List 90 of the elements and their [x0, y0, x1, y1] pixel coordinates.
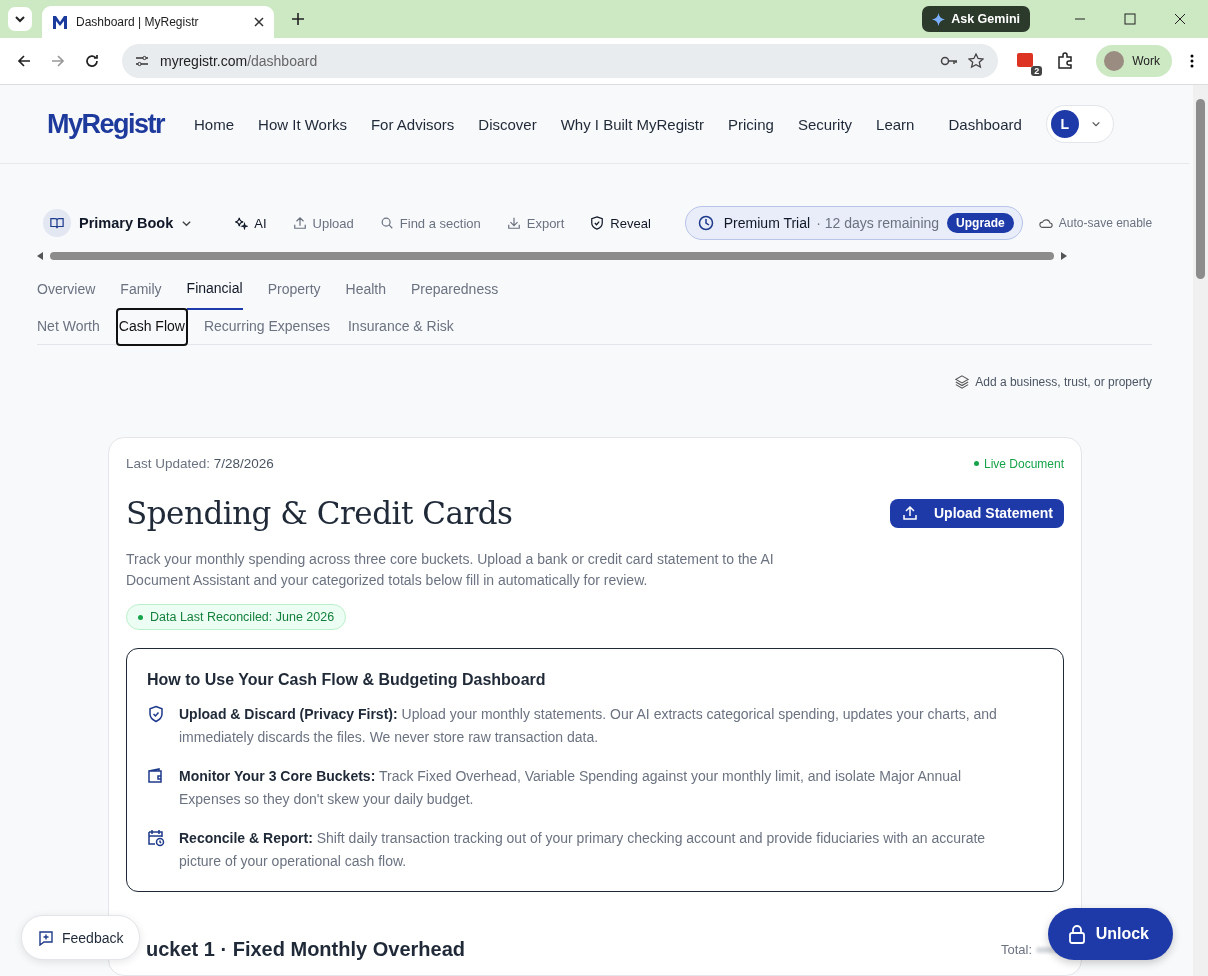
section-tab[interactable]: Financial — [186, 274, 243, 310]
browser-tab[interactable]: Dashboard | MyRegistr — [42, 6, 274, 38]
upload-statement-button[interactable]: Upload Statement — [890, 498, 1064, 528]
toolbar-button[interactable]: Find a section — [369, 215, 491, 231]
section-tab[interactable]: Overview — [37, 274, 96, 310]
instruction-text: Upload & Discard (Privacy First): Upload your monthly statements. Our AI extracts categorical spending, updates your charts, and immediately discards the files. We never store raw transaction data. — [179, 705, 998, 747]
vertical-scrollbar[interactable] — [1193, 85, 1208, 976]
avatar-initial: L — [1050, 110, 1079, 138]
description: Track your monthly spending across three core buckets. Upload a bank or credit card statement to the AI Document Assistant and your categorized totals below fill in automatically for review. — [126, 550, 775, 590]
toolbar-button[interactable]: Export — [496, 215, 575, 231]
nav-link[interactable]: Why I Built MyRegistr — [548, 115, 717, 133]
chevron-down-icon — [1090, 119, 1101, 129]
shield-icon — [147, 705, 165, 723]
section-tab[interactable]: Property — [267, 274, 321, 310]
profile-button[interactable]: Work — [1096, 45, 1172, 77]
url-text: myregistr.com/dashboard — [160, 53, 318, 69]
nav-link[interactable]: How It Works — [246, 115, 359, 133]
extension-badge: 2 — [1031, 66, 1043, 76]
book-selector[interactable]: Primary Book — [37, 209, 201, 237]
upload-icon — [902, 505, 918, 521]
calendar-icon — [147, 829, 165, 847]
section-tab[interactable]: Health — [345, 274, 386, 310]
unlock-button[interactable]: Unlock — [1047, 908, 1173, 960]
wallet-icon — [147, 767, 165, 785]
add-entity-link[interactable]: Add a business, trust, or property — [955, 375, 1152, 389]
instructions-title: How to Use Your Cash Flow & Budgeting Dashboard — [147, 671, 547, 689]
maximize-icon[interactable] — [1124, 13, 1136, 25]
book-icon — [43, 209, 71, 237]
total-label: Total: — [1000, 942, 1032, 957]
shield-icon — [590, 216, 605, 230]
upgrade-button[interactable]: Upgrade — [947, 213, 1014, 233]
address-bar[interactable]: myregistr.com/dashboard — [122, 44, 999, 78]
subsection-tab[interactable]: Net Worth — [37, 310, 100, 344]
scroll-left-icon[interactable] — [37, 252, 44, 260]
trial-title: Premium Trial — [723, 215, 811, 231]
instruction-text: Monitor Your 3 Core Buckets: Track Fixed Overhead, Variable Spending against your monthly limit, and isolate Major Annual Expenses so they don't skew your daily budget. — [179, 767, 962, 809]
close-icon[interactable] — [1174, 13, 1186, 25]
account-menu-button[interactable]: L — [1045, 105, 1114, 143]
subsection-tab[interactable]: Cash Flow — [117, 310, 186, 344]
search-icon — [379, 216, 394, 230]
scroll-right-icon[interactable] — [1060, 252, 1067, 260]
section-tab[interactable]: Preparedness — [411, 274, 499, 310]
logo[interactable]: MyRegistr — [47, 108, 165, 140]
cloud-icon — [1038, 217, 1053, 229]
reload-icon[interactable] — [84, 53, 100, 69]
avatar-icon — [1104, 51, 1125, 71]
download-icon — [506, 216, 521, 230]
more-icon[interactable] — [1190, 54, 1194, 68]
nav-link[interactable]: Security — [785, 115, 865, 133]
forward-icon[interactable] — [50, 53, 66, 69]
nav-link[interactable]: Pricing — [716, 115, 786, 133]
instruction-text: Reconcile & Report: Shift daily transaction tracking out of your primary checking account and provide fiduciaries with an accurate picture of your operational cash flow. — [179, 829, 987, 871]
puzzle-icon[interactable] — [1056, 52, 1075, 70]
nav-link[interactable]: Home — [182, 115, 247, 133]
live-status: Live Document — [973, 456, 1064, 471]
nav-link[interactable]: Discover — [466, 115, 549, 133]
site-logo-icon — [52, 14, 68, 30]
close-icon[interactable] — [254, 17, 264, 27]
nav-link[interactable]: Dashboard — [936, 115, 1034, 133]
star-icon[interactable] — [968, 53, 985, 69]
feedback-button[interactable]: Feedback — [21, 915, 141, 960]
sparkle-icon — [234, 216, 249, 230]
sparkle-icon — [932, 12, 946, 26]
page-title: Spending & Credit Cards — [126, 495, 513, 531]
chevron-down-icon — [14, 13, 26, 25]
tab-title: Dashboard | MyRegistr — [76, 15, 200, 29]
clock-icon — [697, 215, 714, 231]
subsection-tab[interactable]: Insurance & Risk — [347, 310, 454, 344]
ask-gemini-button[interactable]: Ask Gemini — [922, 6, 1030, 32]
upload-icon — [292, 216, 307, 230]
layers-icon — [955, 375, 970, 389]
toolbar-button[interactable]: Upload — [282, 215, 364, 231]
site-settings-icon[interactable] — [134, 53, 150, 69]
reconciled-badge: Data Last Reconciled: June 2026 — [126, 604, 347, 630]
section-tab[interactable]: Family — [120, 274, 162, 310]
trial-remaining: · 12 days remaining — [816, 215, 940, 231]
key-icon[interactable] — [940, 55, 959, 67]
last-updated: Last Updated: 7/28/2026 — [126, 456, 274, 471]
nav-link[interactable]: For Advisors — [358, 115, 467, 133]
nav-link[interactable]: Learn — [864, 115, 927, 133]
subsection-tab[interactable]: Recurring Expenses — [203, 310, 330, 344]
back-icon[interactable] — [16, 53, 32, 69]
toolbar-button[interactable]: AI — [224, 215, 277, 231]
bucket-title: ucket 1 · Fixed Monthly Overhead — [146, 938, 465, 961]
toolbar-button[interactable]: Reveal — [580, 215, 661, 231]
new-tab-icon[interactable] — [292, 13, 304, 25]
lock-icon — [1067, 924, 1086, 944]
tab-search-button[interactable] — [8, 7, 32, 31]
message-plus-icon — [38, 929, 54, 946]
autosave-status: Auto-save enable — [1058, 216, 1152, 230]
